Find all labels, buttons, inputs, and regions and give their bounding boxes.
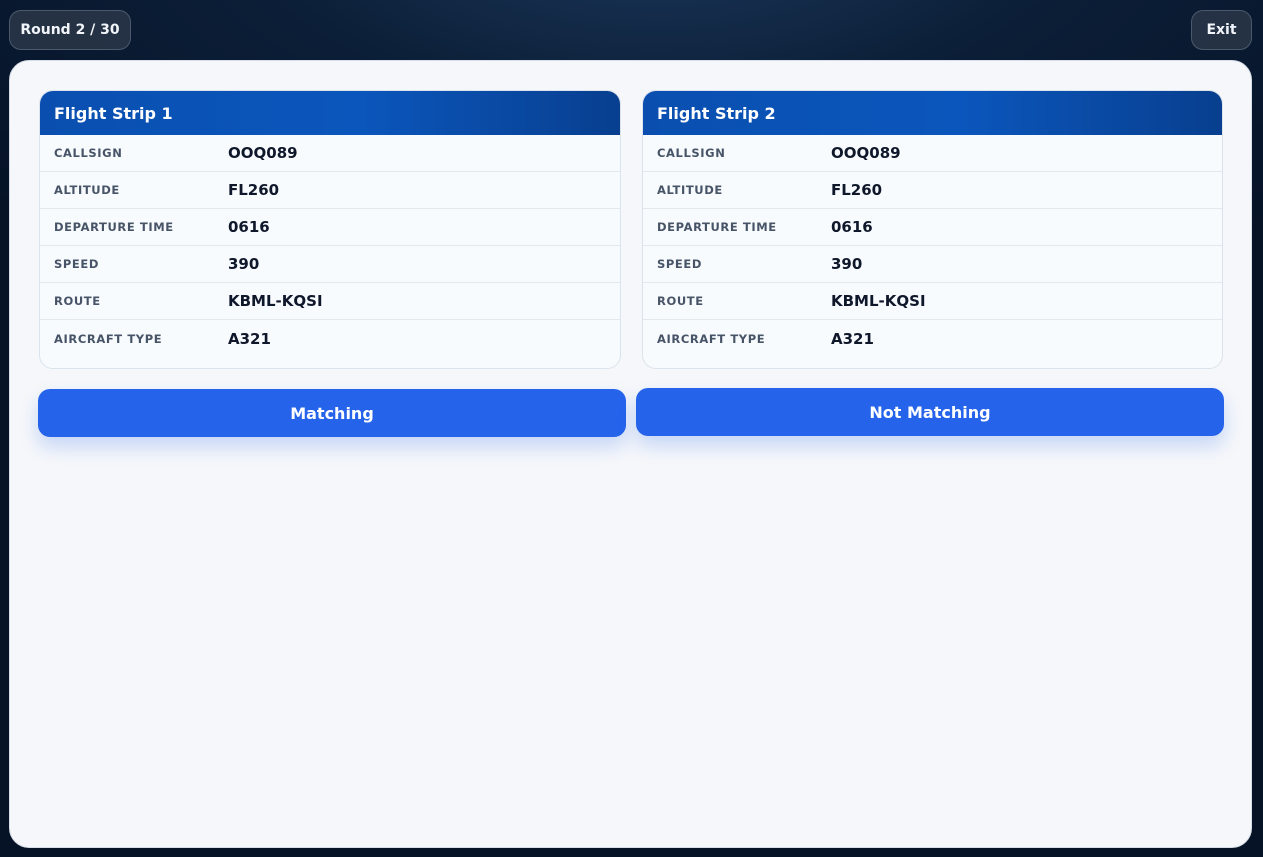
field-row-departure-time: DEPARTURE TIME 0616 — [643, 209, 1222, 246]
field-label: CALLSIGN — [657, 146, 726, 160]
field-row-altitude: ALTITUDE FL260 — [40, 172, 620, 209]
field-value: FL260 — [831, 181, 883, 199]
field-value: KBML-KQSI — [228, 292, 323, 310]
field-value: 390 — [228, 255, 260, 273]
not-matching-button[interactable]: Not Matching — [636, 388, 1224, 436]
field-value: FL260 — [228, 181, 280, 199]
field-value: OOQ089 — [228, 144, 298, 162]
field-row-aircraft-type: AIRCRAFT TYPE A321 — [643, 320, 1222, 357]
not-matching-button-label: Not Matching — [869, 402, 991, 422]
field-label: DEPARTURE TIME — [54, 220, 174, 234]
strip-title: Flight Strip 2 — [657, 103, 776, 123]
field-label: SPEED — [657, 257, 702, 271]
strip-header: Flight Strip 2 — [643, 91, 1222, 135]
field-value: OOQ089 — [831, 144, 901, 162]
field-row-callsign: CALLSIGN OOQ089 — [40, 135, 620, 172]
field-value: 390 — [831, 255, 863, 273]
field-row-aircraft-type: AIRCRAFT TYPE A321 — [40, 320, 620, 357]
field-label: SPEED — [54, 257, 99, 271]
field-label: ALTITUDE — [657, 183, 723, 197]
flight-strip-1: Flight Strip 1 CALLSIGN OOQ089 ALTITUDE … — [39, 90, 621, 369]
field-label: AIRCRAFT TYPE — [54, 331, 163, 346]
field-row-callsign: CALLSIGN OOQ089 — [643, 135, 1222, 172]
round-counter-label: Round 2 / 30 — [20, 22, 120, 38]
field-label: ALTITUDE — [54, 183, 120, 197]
field-label: ROUTE — [657, 294, 704, 308]
field-label: ROUTE — [54, 294, 101, 308]
field-value: KBML-KQSI — [831, 292, 926, 310]
flight-strip-2: Flight Strip 2 CALLSIGN OOQ089 ALTITUDE … — [642, 90, 1223, 369]
field-label: AIRCRAFT TYPE — [657, 331, 766, 346]
field-row-departure-time: DEPARTURE TIME 0616 — [40, 209, 620, 246]
field-value: 0616 — [831, 218, 873, 236]
field-value: A321 — [228, 329, 271, 348]
field-row-route: ROUTE KBML-KQSI — [643, 283, 1222, 320]
field-label: CALLSIGN — [54, 146, 123, 160]
round-counter: Round 2 / 30 — [9, 10, 131, 50]
field-value: 0616 — [228, 218, 270, 236]
field-row-speed: SPEED 390 — [40, 246, 620, 283]
field-row-route: ROUTE KBML-KQSI — [40, 283, 620, 320]
matching-button-label: Matching — [290, 403, 374, 423]
matching-button[interactable]: Matching — [38, 389, 626, 437]
field-row-speed: SPEED 390 — [643, 246, 1222, 283]
main-panel: Flight Strip 1 CALLSIGN OOQ089 ALTITUDE … — [9, 60, 1252, 848]
exit-button-label: Exit — [1206, 22, 1237, 38]
exit-button[interactable]: Exit — [1191, 10, 1252, 50]
strip-header: Flight Strip 1 — [40, 91, 620, 135]
field-row-altitude: ALTITUDE FL260 — [643, 172, 1222, 209]
strip-title: Flight Strip 1 — [54, 103, 173, 123]
field-value: A321 — [831, 329, 874, 348]
field-label: DEPARTURE TIME — [657, 220, 777, 234]
